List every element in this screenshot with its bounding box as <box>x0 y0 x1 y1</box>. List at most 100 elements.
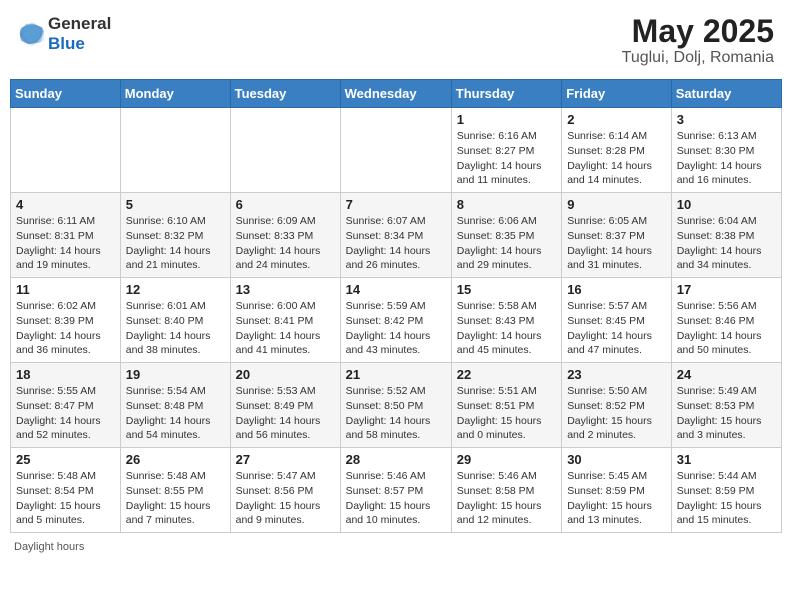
day-info: Sunrise: 5:51 AM Sunset: 8:51 PM Dayligh… <box>457 384 556 443</box>
calendar-cell: 23Sunrise: 5:50 AM Sunset: 8:52 PM Dayli… <box>562 363 672 448</box>
day-number: 1 <box>457 112 556 127</box>
day-of-week-header: Sunday <box>11 80 121 108</box>
calendar-subtitle: Tuglui, Dolj, Romania <box>622 49 774 67</box>
day-info: Sunrise: 5:44 AM Sunset: 8:59 PM Dayligh… <box>677 469 776 528</box>
day-number: 7 <box>346 197 446 212</box>
day-number: 28 <box>346 452 446 467</box>
calendar-cell: 24 Sunrise: 5:49 AM Sunset: 8:53 PM Dayli… <box>671 363 781 448</box>
calendar-cell: 14 Sunrise: 5:59 AM Sunset: 8:42 PM Dayli… <box>340 278 451 363</box>
day-number: 21 <box>346 367 446 382</box>
day-number: 24 <box>677 367 776 382</box>
day-info: Sunrise: 6:09 AM Sunset: 8:33 PM Dayligh… <box>236 214 335 273</box>
calendar-cell: 9 Sunrise: 6:05 AM Sunset: 8:37 PM Daylig… <box>562 193 672 278</box>
calendar-cell: 16Sunrise: 5:57 AM Sunset: 8:45 PM Dayli… <box>562 278 672 363</box>
logo-blue: Blue <box>48 34 85 53</box>
day-of-week-header: Friday <box>562 80 672 108</box>
calendar-cell: 31 Sunrise: 5:44 AM Sunset: 8:59 PM Dayli… <box>671 448 781 533</box>
day-info: Sunrise: 5:55 AM Sunset: 8:47 PM Dayligh… <box>16 384 115 443</box>
day-info: Sunrise: 5:54 AM Sunset: 8:48 PM Dayligh… <box>126 384 225 443</box>
day-info: Sunrise: 5:48 AM Sunset: 8:55 PM Dayligh… <box>126 469 225 528</box>
day-number: 9 <box>567 197 666 212</box>
calendar-cell: 13Sunrise: 6:00 AM Sunset: 8:41 PM Dayli… <box>230 278 340 363</box>
calendar-cell: 2Sunrise: 6:14 AM Sunset: 8:28 PM Daylig… <box>562 108 672 193</box>
day-number: 17 <box>677 282 776 297</box>
day-number: 5 <box>126 197 225 212</box>
calendar-cell: 15 Sunrise: 5:58 AM Sunset: 8:43 PM Dayli… <box>451 278 561 363</box>
calendar-cell: 11 Sunrise: 6:02 AM Sunset: 8:39 PM Dayli… <box>11 278 121 363</box>
calendar-cell <box>340 108 451 193</box>
calendar-cell: 12Sunrise: 6:01 AM Sunset: 8:40 PM Dayli… <box>120 278 230 363</box>
day-info: Sunrise: 5:49 AM Sunset: 8:53 PM Dayligh… <box>677 384 776 443</box>
day-info: Sunrise: 5:48 AM Sunset: 8:54 PM Dayligh… <box>16 469 115 528</box>
day-number: 15 <box>457 282 556 297</box>
calendar-cell: 1 Sunrise: 6:16 AM Sunset: 8:27 PM Daylig… <box>451 108 561 193</box>
calendar-cell: 27 Sunrise: 5:47 AM Sunset: 8:56 PM Dayli… <box>230 448 340 533</box>
calendar-cell: 6Sunrise: 6:09 AM Sunset: 8:33 PM Daylig… <box>230 193 340 278</box>
calendar-cell: 17Sunrise: 5:56 AM Sunset: 8:46 PM Dayli… <box>671 278 781 363</box>
calendar-cell <box>120 108 230 193</box>
day-info: Sunrise: 6:07 AM Sunset: 8:34 PM Dayligh… <box>346 214 446 273</box>
day-number: 11 <box>16 282 115 297</box>
day-info: Sunrise: 5:46 AM Sunset: 8:58 PM Dayligh… <box>457 469 556 528</box>
calendar-cell: 25Sunrise: 5:48 AM Sunset: 8:54 PM Dayli… <box>11 448 121 533</box>
day-number: 19 <box>126 367 225 382</box>
day-of-week-header: Monday <box>120 80 230 108</box>
calendar-cell: 7 Sunrise: 6:07 AM Sunset: 8:34 PM Daylig… <box>340 193 451 278</box>
calendar-cell: 21 Sunrise: 5:52 AM Sunset: 8:50 PM Dayli… <box>340 363 451 448</box>
day-of-week-header: Saturday <box>671 80 781 108</box>
calendar-cell: 26 Sunrise: 5:48 AM Sunset: 8:55 PM Dayli… <box>120 448 230 533</box>
logo-text: General Blue <box>48 14 111 53</box>
day-info: Sunrise: 5:53 AM Sunset: 8:49 PM Dayligh… <box>236 384 335 443</box>
title-block: May 2025 Tuglui, Dolj, Romania <box>622 14 774 67</box>
calendar-cell: 30 Sunrise: 5:45 AM Sunset: 8:59 PM Dayli… <box>562 448 672 533</box>
footer: Daylight hours <box>10 541 782 553</box>
logo-general: General <box>48 14 111 33</box>
calendar-cell: 28 Sunrise: 5:46 AM Sunset: 8:57 PM Dayli… <box>340 448 451 533</box>
calendar-week-row: 18 Sunrise: 5:55 AM Sunset: 8:47 PM Dayli… <box>11 363 782 448</box>
calendar-cell: 22 Sunrise: 5:51 AM Sunset: 8:51 PM Dayli… <box>451 363 561 448</box>
page-header: General Blue May 2025 Tuglui, Dolj, Roma… <box>10 10 782 71</box>
calendar-cell: 3 Sunrise: 6:13 AM Sunset: 8:30 PM Daylig… <box>671 108 781 193</box>
day-number: 16 <box>567 282 666 297</box>
day-of-week-header: Wednesday <box>340 80 451 108</box>
day-number: 31 <box>677 452 776 467</box>
calendar-cell: 10Sunrise: 6:04 AM Sunset: 8:38 PM Dayli… <box>671 193 781 278</box>
day-info: Sunrise: 6:04 AM Sunset: 8:38 PM Dayligh… <box>677 214 776 273</box>
day-number: 20 <box>236 367 335 382</box>
day-info: Sunrise: 6:13 AM Sunset: 8:30 PM Dayligh… <box>677 129 776 188</box>
day-info: Sunrise: 6:16 AM Sunset: 8:27 PM Dayligh… <box>457 129 556 188</box>
day-number: 14 <box>346 282 446 297</box>
calendar-week-row: 25Sunrise: 5:48 AM Sunset: 8:54 PM Dayli… <box>11 448 782 533</box>
day-number: 22 <box>457 367 556 382</box>
day-number: 13 <box>236 282 335 297</box>
logo: General Blue <box>18 14 111 53</box>
day-info: Sunrise: 5:52 AM Sunset: 8:50 PM Dayligh… <box>346 384 446 443</box>
calendar-week-row: 1 Sunrise: 6:16 AM Sunset: 8:27 PM Daylig… <box>11 108 782 193</box>
day-info: Sunrise: 5:58 AM Sunset: 8:43 PM Dayligh… <box>457 299 556 358</box>
day-number: 8 <box>457 197 556 212</box>
day-info: Sunrise: 5:46 AM Sunset: 8:57 PM Dayligh… <box>346 469 446 528</box>
calendar-header-row: SundayMondayTuesdayWednesdayThursdayFrid… <box>11 80 782 108</box>
day-info: Sunrise: 5:47 AM Sunset: 8:56 PM Dayligh… <box>236 469 335 528</box>
day-info: Sunrise: 6:01 AM Sunset: 8:40 PM Dayligh… <box>126 299 225 358</box>
day-number: 30 <box>567 452 666 467</box>
calendar-week-row: 11 Sunrise: 6:02 AM Sunset: 8:39 PM Dayli… <box>11 278 782 363</box>
calendar-cell: 4Sunrise: 6:11 AM Sunset: 8:31 PM Daylig… <box>11 193 121 278</box>
day-info: Sunrise: 5:50 AM Sunset: 8:52 PM Dayligh… <box>567 384 666 443</box>
calendar-cell <box>11 108 121 193</box>
day-number: 3 <box>677 112 776 127</box>
day-number: 27 <box>236 452 335 467</box>
day-number: 26 <box>126 452 225 467</box>
day-number: 18 <box>16 367 115 382</box>
day-info: Sunrise: 5:59 AM Sunset: 8:42 PM Dayligh… <box>346 299 446 358</box>
calendar-cell: 29 Sunrise: 5:46 AM Sunset: 8:58 PM Dayli… <box>451 448 561 533</box>
logo-icon <box>18 20 46 48</box>
day-of-week-header: Thursday <box>451 80 561 108</box>
calendar-cell: 20 Sunrise: 5:53 AM Sunset: 8:49 PM Dayli… <box>230 363 340 448</box>
calendar-cell: 18 Sunrise: 5:55 AM Sunset: 8:47 PM Dayli… <box>11 363 121 448</box>
day-info: Sunrise: 6:02 AM Sunset: 8:39 PM Dayligh… <box>16 299 115 358</box>
day-info: Sunrise: 5:45 AM Sunset: 8:59 PM Dayligh… <box>567 469 666 528</box>
calendar-table: SundayMondayTuesdayWednesdayThursdayFrid… <box>10 79 782 533</box>
day-info: Sunrise: 6:05 AM Sunset: 8:37 PM Dayligh… <box>567 214 666 273</box>
day-number: 29 <box>457 452 556 467</box>
